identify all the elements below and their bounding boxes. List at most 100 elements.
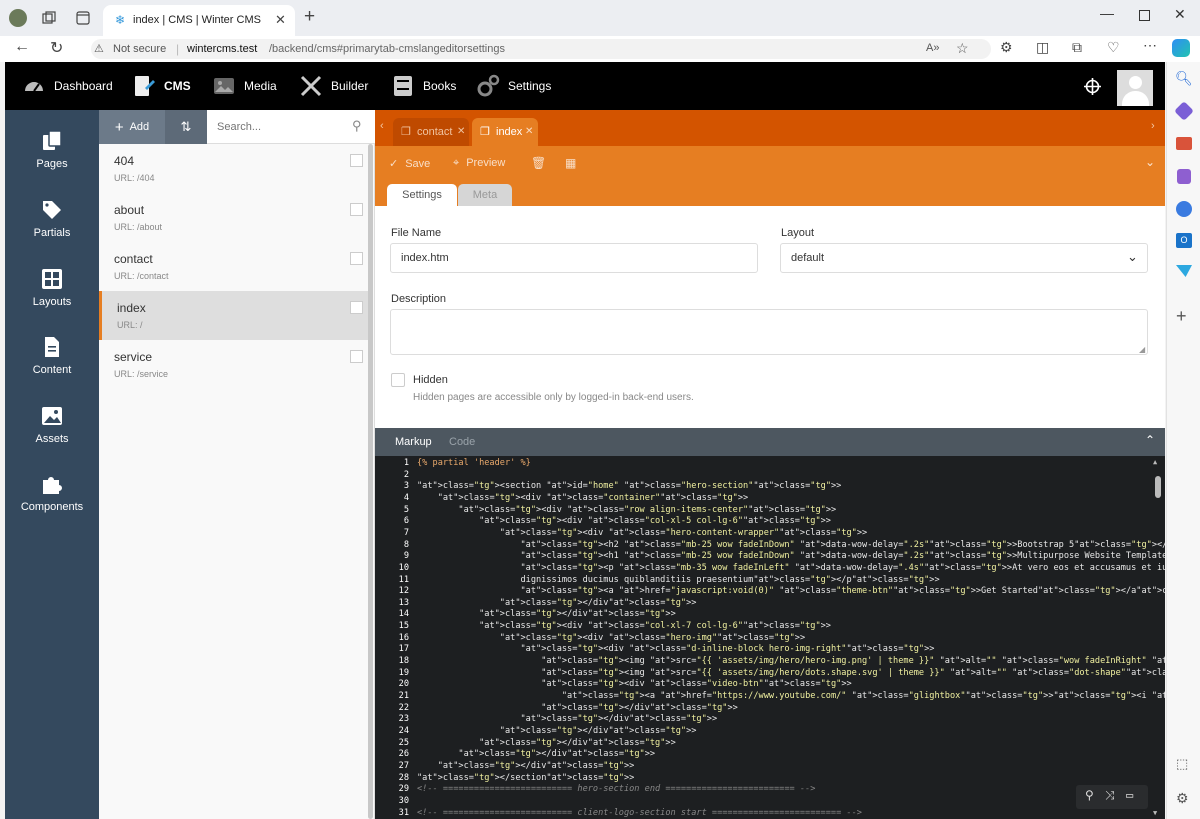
search-icon[interactable]: ⚲ [1085, 788, 1094, 802]
code-line: "at">class="tg"></div"at">class="tg">> [458, 749, 656, 760]
tabs-right-arrow-icon[interactable]: › [1151, 120, 1155, 132]
profile-avatar[interactable] [9, 9, 27, 27]
scroll-down-icon[interactable]: ▼ [1153, 809, 1157, 817]
tab-meta[interactable]: Meta [458, 184, 512, 206]
list-item-active[interactable]: index URL: / [99, 291, 369, 340]
list-item[interactable]: contact URL: /contact [99, 242, 369, 291]
sidebar-item-partials[interactable]: Partials [5, 199, 99, 239]
select-checkbox[interactable] [350, 203, 363, 216]
collapse-up-icon[interactable]: ⌃ [1145, 433, 1155, 447]
code-line: "at">class="tg"></div"at">class="tg">> [479, 737, 676, 748]
fullscreen-icon[interactable]: ▭ [1126, 788, 1133, 802]
refresh-icon[interactable]: ↻ [50, 38, 63, 58]
crosshair-icon[interactable] [1084, 78, 1101, 95]
close-window-icon[interactable]: ✕ [1174, 6, 1186, 23]
shuffle-icon[interactable]: ⤨ [1105, 788, 1115, 803]
avatar[interactable] [1117, 70, 1153, 106]
layout-value: default [791, 252, 825, 264]
back-arrow-icon[interactable]: ← [14, 38, 30, 56]
description-field[interactable]: ◢ [390, 309, 1148, 355]
line-number: 22 [398, 702, 409, 713]
tab-code[interactable]: Code [449, 436, 475, 448]
favorite-star-icon[interactable]: ☆ [956, 40, 969, 57]
minimize-icon[interactable]: — [1100, 5, 1114, 21]
tools-briefcase-icon[interactable] [1176, 137, 1192, 150]
nav-media[interactable]: Media [212, 62, 277, 110]
search-input[interactable] [207, 110, 375, 144]
add-sidebar-icon[interactable]: + [1176, 306, 1187, 327]
split-screen-icon[interactable]: ◫ [1036, 39, 1049, 56]
read-aloud-icon[interactable]: A» [926, 42, 939, 54]
extensions-icon[interactable]: ⚙ [1000, 39, 1013, 56]
select-checkbox[interactable] [350, 301, 363, 314]
crosshair-icon: ⌖ [453, 157, 460, 169]
list-scrollbar[interactable] [368, 144, 373, 819]
tab-actions-icon[interactable] [76, 11, 90, 25]
nav-settings[interactable]: Settings [476, 62, 551, 110]
url-field[interactable]: ⚠ Not secure | wintercms.test /backend/c… [91, 39, 991, 59]
outlook-icon[interactable]: O [1176, 233, 1192, 248]
send-icon[interactable] [1176, 265, 1192, 277]
select-checkbox[interactable] [350, 252, 363, 265]
microsoft-365-icon[interactable] [1176, 201, 1192, 217]
browser-tab[interactable]: ❄ index | CMS | Winter CMS ✕ [103, 5, 295, 36]
more-options-icon[interactable]: ⋯ [1143, 37, 1157, 54]
editor-scrollbar[interactable] [1155, 476, 1161, 498]
file-name-field[interactable]: index.htm [390, 243, 758, 273]
sort-icon[interactable]: ⇅ [165, 110, 207, 144]
tab-index[interactable]: ❐ index ✕ [472, 118, 538, 146]
shopping-tag-icon[interactable] [1174, 101, 1194, 121]
code-tab-bar: Markup Code ⌃ [375, 428, 1165, 456]
layout-select[interactable]: default ⌄ [780, 243, 1148, 273]
sidebar-item-layouts[interactable]: Layouts [5, 268, 99, 308]
nav-dashboard[interactable]: Dashboard [22, 62, 113, 110]
scroll-up-icon[interactable]: ▲ [1153, 458, 1157, 466]
resize-handle-icon[interactable]: ◢ [1139, 345, 1145, 354]
preview-button[interactable]: ⌖ Preview [453, 157, 505, 170]
code-line: "at">class="tg"><div "at">class="hero-im… [499, 632, 806, 643]
nav-books[interactable]: Books [391, 62, 456, 110]
nav-cms[interactable]: CMS [132, 62, 191, 110]
sidebar-settings-icon[interactable]: ⚙ [1176, 790, 1189, 807]
close-tab-icon[interactable]: ✕ [457, 126, 465, 137]
line-number: 10 [398, 562, 409, 573]
calendar-icon[interactable]: ▦ [565, 156, 576, 170]
collections-icon[interactable]: ⧉ [1072, 39, 1082, 56]
list-item[interactable]: service URL: /service [99, 340, 369, 389]
tabs-left-arrow-icon[interactable]: ‹ [380, 120, 384, 132]
close-tab-icon[interactable]: ✕ [275, 12, 286, 28]
chevron-down-icon: ⌄ [1127, 249, 1138, 264]
games-icon[interactable] [1177, 169, 1191, 184]
list-item[interactable]: about URL: /about [99, 193, 369, 242]
file-icon [45, 337, 59, 357]
select-checkbox[interactable] [350, 154, 363, 167]
sidebar-item-assets[interactable]: Assets [5, 405, 99, 445]
sidebar-item-content[interactable]: Content [5, 336, 99, 376]
tags-icon [43, 201, 61, 219]
sidebar-item-label: Pages [36, 158, 68, 170]
tab-contact[interactable]: ❐ contact ✕ [393, 118, 469, 146]
maximize-icon[interactable] [1139, 10, 1150, 21]
sidebar-item-components[interactable]: Components [5, 473, 99, 513]
screenshot-icon[interactable]: ⬚ [1176, 756, 1188, 772]
sidebar-item-label: Layouts [32, 296, 72, 308]
select-checkbox[interactable] [350, 350, 363, 363]
search-icon[interactable]: 🔍︎ [1175, 70, 1193, 87]
tab-settings[interactable]: Settings [387, 184, 457, 206]
list-item[interactable]: 404 URL: /404 [99, 144, 369, 193]
collapse-chevron-icon[interactable]: ⌄ [1145, 155, 1155, 169]
nav-builder[interactable]: Builder [299, 62, 368, 110]
line-number: 8 [403, 539, 409, 550]
sidebar-item-pages[interactable]: Pages [5, 130, 99, 170]
hidden-checkbox[interactable] [391, 373, 405, 387]
save-button[interactable]: ✓ Save [389, 157, 430, 170]
workspaces-icon[interactable] [42, 11, 56, 25]
code-editor[interactable]: 1 {% partial 'header' %} 2 3 "at">class="tg"… [375, 456, 1165, 819]
add-button[interactable]: + Add [99, 110, 165, 144]
copilot-icon[interactable] [1172, 39, 1190, 57]
new-tab-icon[interactable]: + [304, 6, 315, 28]
performance-icon[interactable]: ♡ [1107, 39, 1120, 56]
trash-icon[interactable]: 🗑︎ [531, 156, 546, 170]
close-tab-icon[interactable]: ✕ [525, 126, 533, 137]
tab-markup[interactable]: Markup [395, 436, 432, 448]
